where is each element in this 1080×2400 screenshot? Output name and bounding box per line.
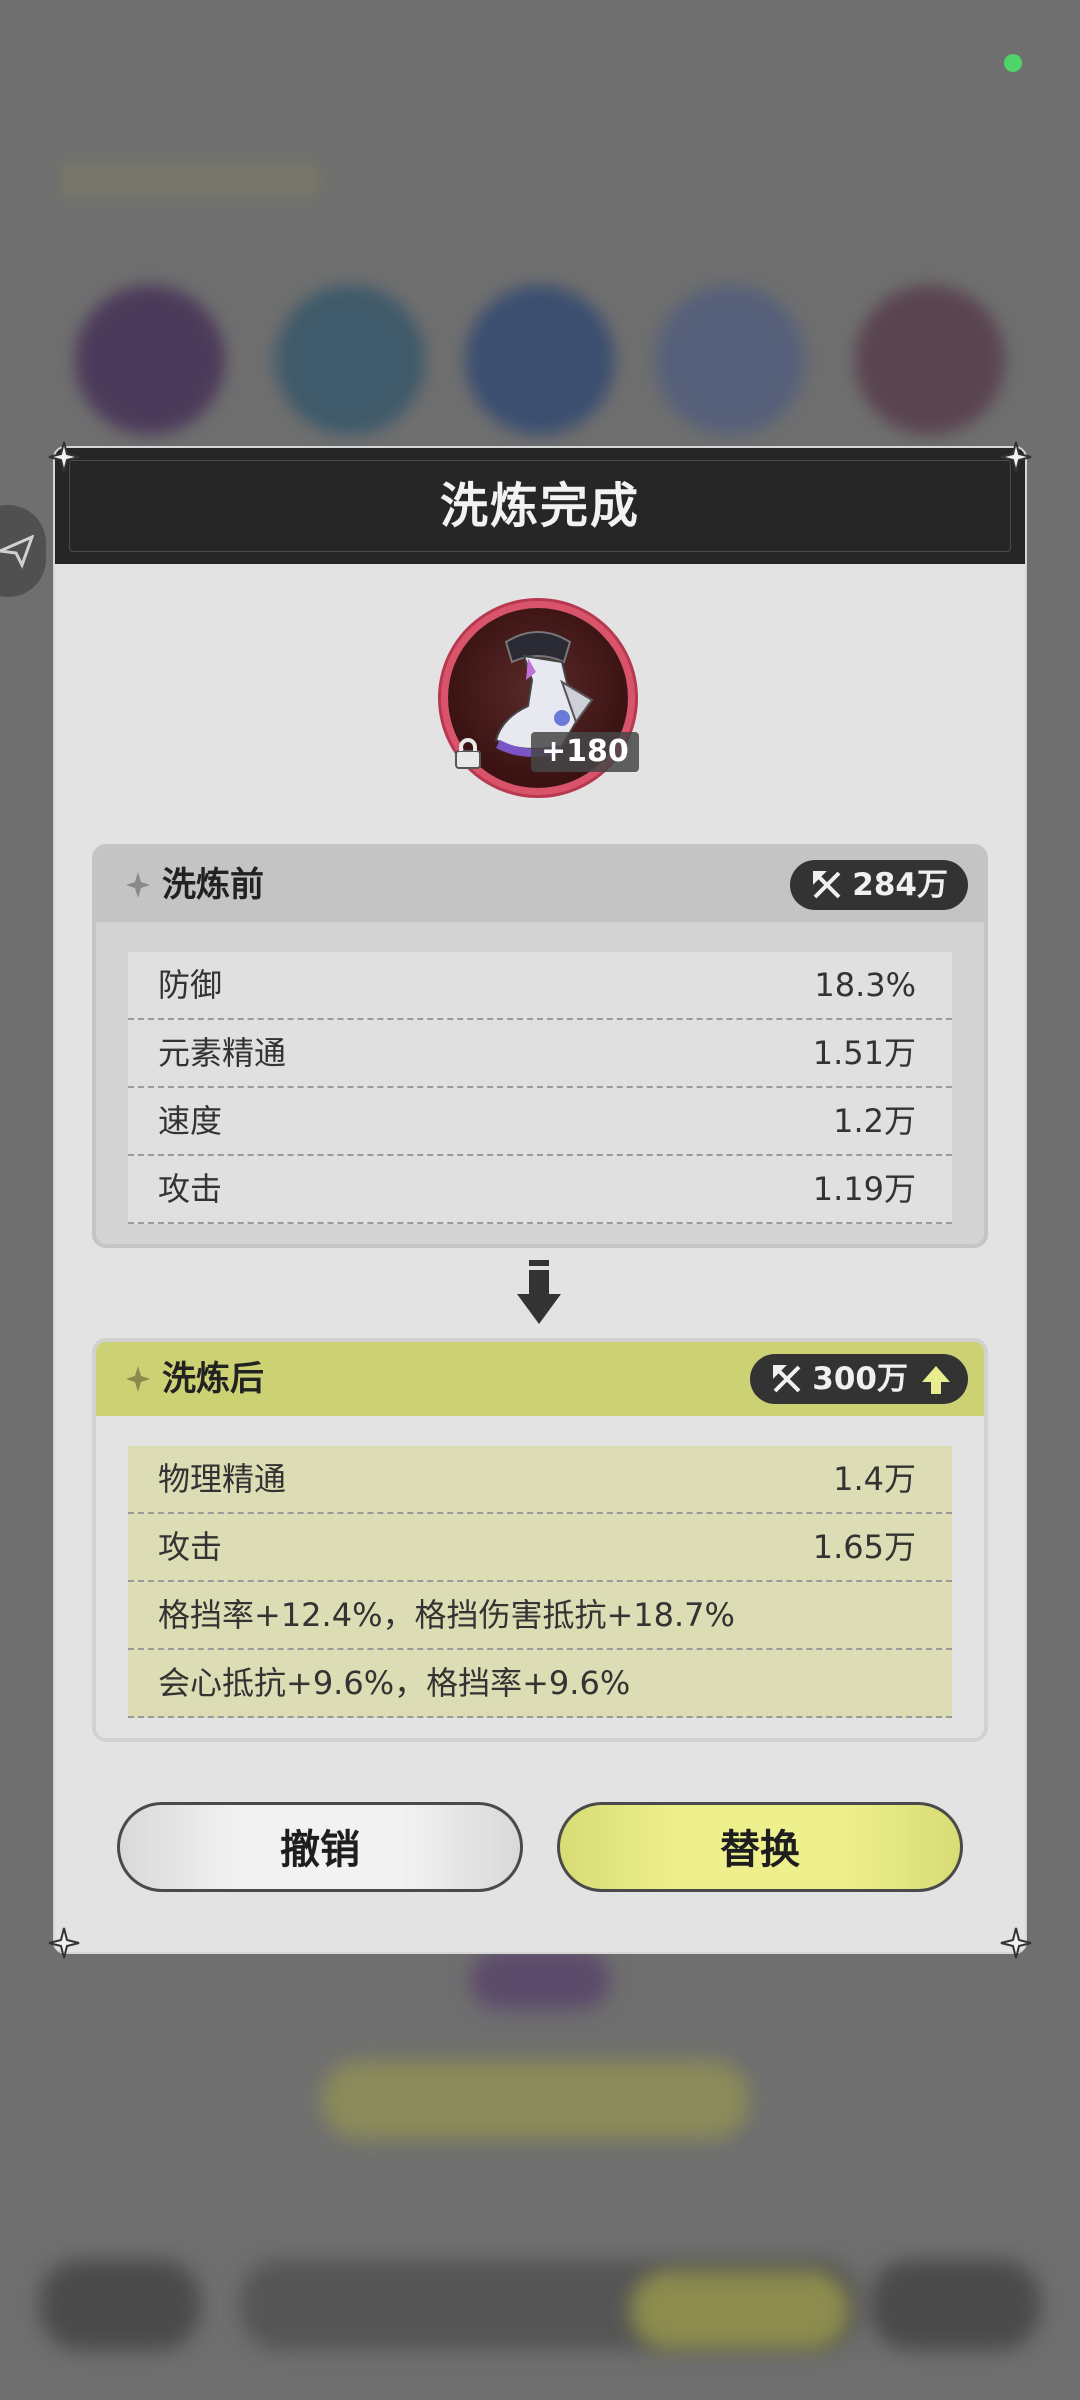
score-value: 284万 <box>852 867 948 903</box>
background-blob <box>320 2060 750 2140</box>
sparkle-icon <box>126 872 150 898</box>
background-avatar <box>275 285 425 435</box>
background-blob <box>630 2270 850 2350</box>
background-title-blur <box>60 160 320 200</box>
after-refine-panel: 洗炼后 300万 物理精通 1.4万 攻击 1.65万 格挡率+12.4%，格挡伤害… <box>92 1338 988 1742</box>
corner-ornament-icon <box>1000 1927 1032 1959</box>
stat-value: 1.19万 <box>812 1170 916 1208</box>
corner-ornament-icon <box>48 441 80 473</box>
stat-row: 元素精通 1.51万 <box>128 1020 952 1088</box>
stat-value: 1.4万 <box>833 1460 916 1498</box>
background-avatar <box>465 285 615 435</box>
cancel-button[interactable]: 撤销 <box>117 1802 523 1892</box>
score-badge: 284万 <box>790 860 968 910</box>
dialog-title: 洗炼完成 <box>439 478 640 534</box>
stat-list: 防御 18.3% 元素精通 1.51万 速度 1.2万 攻击 1.19万 <box>128 952 952 1224</box>
panel-header: 洗炼后 300万 <box>96 1342 984 1416</box>
stat-name: 会心抵抗+9.6%，格挡率+9.6% <box>158 1664 631 1702</box>
stat-list: 物理精通 1.4万 攻击 1.65万 格挡率+12.4%，格挡伤害抵抗+18.7% … <box>128 1446 952 1718</box>
background-avatar <box>655 285 805 435</box>
stat-name: 元素精通 <box>158 1034 287 1072</box>
score-value: 300万 <box>812 1361 908 1397</box>
stat-row: 攻击 1.19万 <box>128 1156 952 1224</box>
stat-name: 防御 <box>158 966 223 1004</box>
panel-title: 洗炼前 <box>162 865 264 905</box>
background-avatar <box>855 285 1005 435</box>
lock-icon <box>455 738 481 769</box>
stat-name: 格挡率+12.4%，格挡伤害抵抗+18.7% <box>158 1596 735 1634</box>
stat-row: 攻击 1.65万 <box>128 1514 952 1582</box>
stat-value: 1.51万 <box>812 1034 916 1072</box>
stat-value: 1.2万 <box>833 1102 916 1140</box>
stat-row: 防御 18.3% <box>128 952 952 1020</box>
score-badge: 300万 <box>750 1354 968 1404</box>
corner-ornament-icon <box>48 1927 80 1959</box>
equipment-level-badge: +180 <box>531 732 639 772</box>
crossed-tools-icon <box>813 871 841 899</box>
refine-result-dialog: 洗炼完成 +180 洗炼前 284万 防御 18.3% 元素精通 1.51万 速… <box>48 441 1032 1959</box>
panel-header: 洗炼前 284万 <box>96 848 984 922</box>
before-refine-panel: 洗炼前 284万 防御 18.3% 元素精通 1.51万 速度 1.2万 攻击 1.19… <box>92 844 988 1248</box>
stat-name: 速度 <box>158 1102 223 1140</box>
score-up-icon <box>922 1366 950 1394</box>
sparkle-icon <box>126 1366 150 1392</box>
panel-title: 洗炼后 <box>162 1359 264 1399</box>
stat-row: 物理精通 1.4万 <box>128 1446 952 1514</box>
stat-value: 1.65万 <box>812 1528 916 1566</box>
stat-row: 格挡率+12.4%，格挡伤害抵抗+18.7% <box>128 1582 952 1650</box>
arrow-down-icon <box>517 1260 561 1324</box>
background-avatar <box>75 285 225 435</box>
status-dot <box>1004 54 1022 72</box>
stat-name: 攻击 <box>158 1170 223 1208</box>
send-icon <box>0 534 34 569</box>
stat-row: 速度 1.2万 <box>128 1088 952 1156</box>
background-blob <box>40 2260 200 2350</box>
stat-value: 18.3% <box>814 966 916 1004</box>
stat-row: 会心抵抗+9.6%，格挡率+9.6% <box>128 1650 952 1718</box>
background-blob <box>470 1950 610 2010</box>
background-blob <box>870 2260 1040 2350</box>
crossed-tools-icon <box>773 1365 801 1393</box>
corner-ornament-icon <box>1000 441 1032 473</box>
stat-name: 物理精通 <box>158 1460 287 1498</box>
dialog-header: 洗炼完成 <box>55 448 1025 564</box>
replace-button[interactable]: 替换 <box>557 1802 963 1892</box>
stat-name: 攻击 <box>158 1528 223 1566</box>
